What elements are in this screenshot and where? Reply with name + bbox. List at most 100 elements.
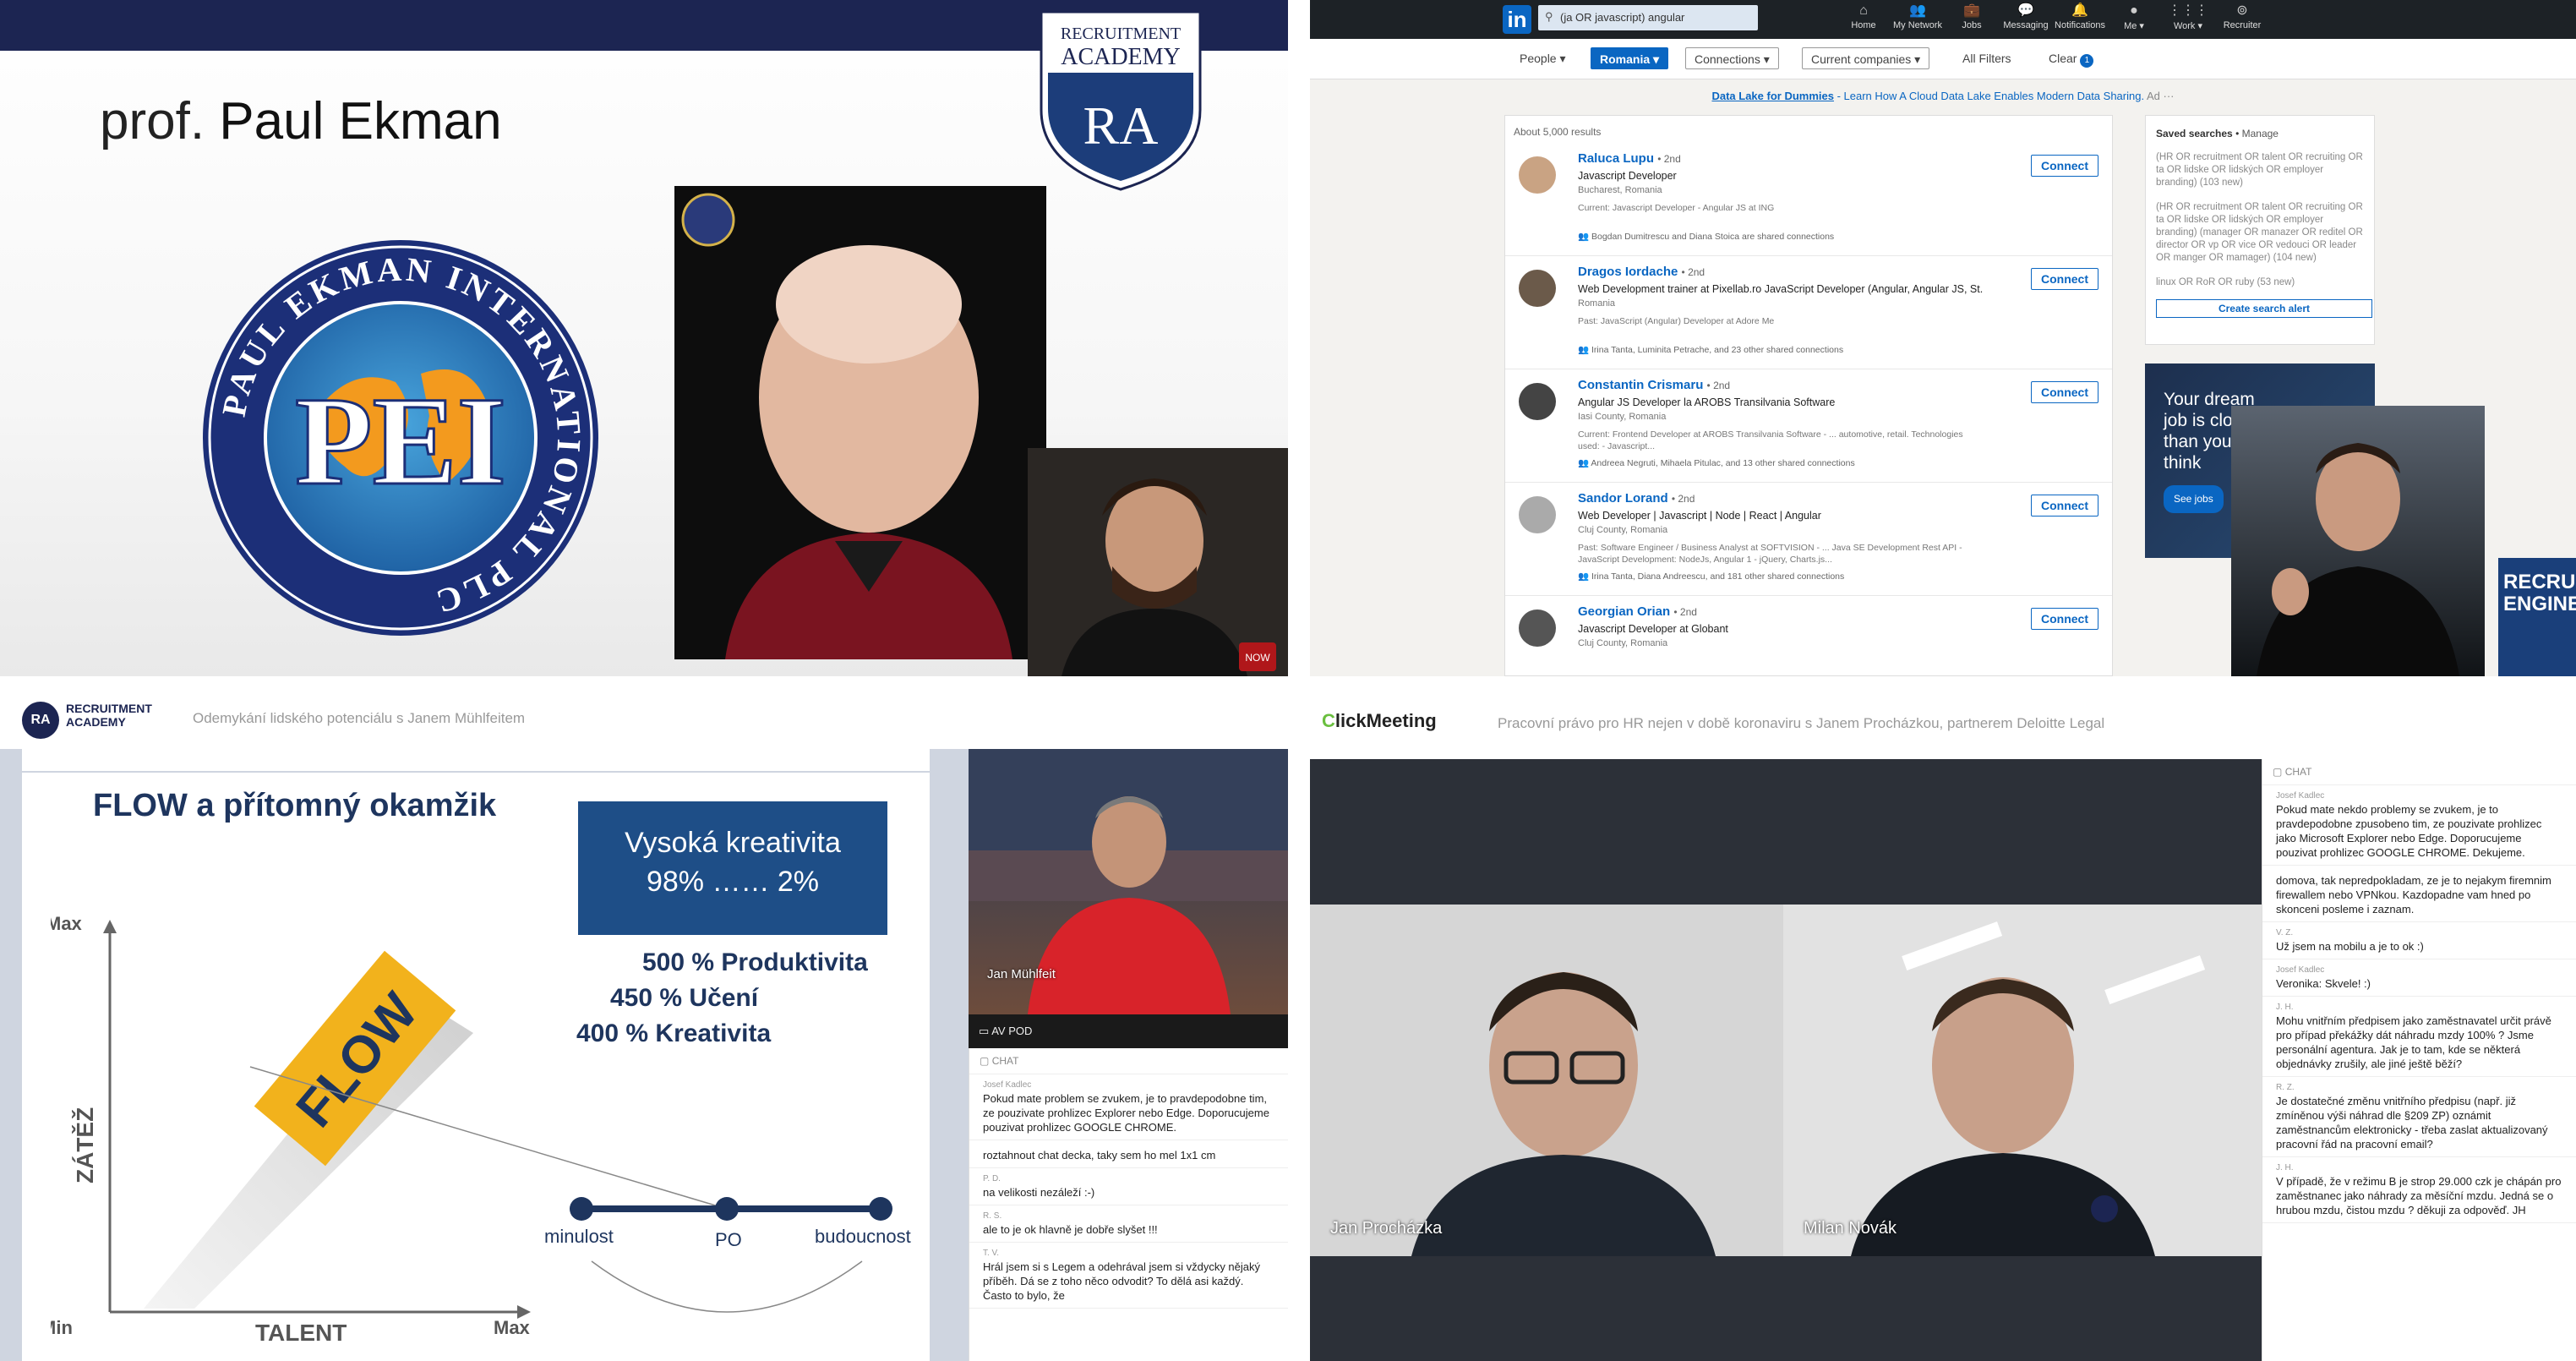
shared-connections[interactable]: 👥 Irina Tanta, Luminita Petrache, and 23… xyxy=(1578,344,1843,355)
chat-text: ale to je ok hlavně je dobře slyšet !!! xyxy=(983,1223,1158,1236)
result-location: Romania xyxy=(1578,298,1616,309)
portrait-photo xyxy=(674,186,1046,659)
result-headline: Javascript Developer xyxy=(1578,170,1677,182)
chat-header: ▢ CHAT xyxy=(969,1048,1288,1074)
filter-all[interactable]: All Filters xyxy=(1954,47,2020,69)
nav-notifications[interactable]: 🔔 Notifications xyxy=(2050,2,2109,37)
chat-user: T. V. xyxy=(983,1249,1000,1258)
linkedin-logo[interactable]: in xyxy=(1503,5,1531,34)
chat-user: R. S. xyxy=(983,1211,1002,1221)
result-position: Past: Software Engineer / Business Analy… xyxy=(1578,543,1962,565)
connect-button[interactable]: Connect xyxy=(2031,495,2098,517)
connect-button[interactable]: Connect xyxy=(2031,155,2098,177)
nav-network[interactable]: 👥 My Network xyxy=(1888,2,1947,37)
shared-connections[interactable]: 👥 Andreea Negruti, Mihaela Pitulac, and … xyxy=(1578,457,1855,468)
nav-work[interactable]: ⋮⋮⋮ Work ▾ xyxy=(2158,2,2218,37)
recruiter-icon: ⊚ xyxy=(2236,3,2248,18)
chat-user: V. Z. xyxy=(2276,928,2294,937)
pei-logo: PAUL EKMAN INTERNATIONAL PLC PEI xyxy=(203,240,598,636)
nav-label: Work ▾ xyxy=(2173,21,2203,31)
result-name[interactable]: Sandor Lorand • 2nd xyxy=(1578,491,1695,506)
timeline-future: budoucnost xyxy=(815,1226,911,1247)
chat-header: ▢ CHAT xyxy=(2262,759,2576,785)
chat-message: R. S. ale to je ok hlavně je dobře slyšet… xyxy=(969,1205,1288,1243)
y-axis-max: Max xyxy=(51,913,83,934)
jobs-icon: 💼 xyxy=(1963,3,1980,18)
avatar[interactable] xyxy=(1519,496,1556,533)
nav-recruiter[interactable]: ⊚ Recruiter xyxy=(2213,2,2272,37)
participant-name-1: Jan Procházka xyxy=(1330,1219,1443,1238)
result-position: Current: Javascript Developer - Angular … xyxy=(1578,203,1775,213)
chat-message: J. H. V případě, že v režimu B je strop 2… xyxy=(2262,1157,2576,1223)
result-name[interactable]: Dragos Iordache • 2nd xyxy=(1578,265,1705,279)
create-search-alert-button[interactable]: Create search alert xyxy=(2156,299,2372,318)
saved-search-item[interactable]: linux OR RoR OR ruby (53 new) xyxy=(2156,276,2364,289)
avatar[interactable] xyxy=(1519,609,1556,647)
result-location: Cluj County, Romania xyxy=(1578,525,1668,535)
avatar[interactable] xyxy=(1519,270,1556,307)
see-jobs-button[interactable]: See jobs xyxy=(2164,485,2224,513)
nav-home[interactable]: ⌂ Home xyxy=(1834,2,1893,37)
connect-button[interactable]: Connect xyxy=(2031,381,2098,403)
speaker-webcam: Jan Mühlfeit xyxy=(969,749,1288,1014)
chat-message: R. Z. Je dostatečné změnu vnitřního předp… xyxy=(2262,1077,2576,1157)
chat-user: J. H. xyxy=(2276,1163,2294,1172)
result-name[interactable]: Raluca Lupu • 2nd xyxy=(1578,151,1681,166)
filter-people[interactable]: People ▾ xyxy=(1511,47,1575,69)
saved-searches-manage-link[interactable]: Manage xyxy=(2242,128,2279,139)
home-icon: ⌂ xyxy=(1859,3,1868,18)
chat-message: T. V. Hrál jsem si s Legem a odehrával js… xyxy=(969,1243,1288,1309)
nav-label: My Network xyxy=(1892,20,1943,30)
shared-connections[interactable]: 👥 Bogdan Dumitrescu and Diana Stoica are… xyxy=(1578,231,1834,242)
shield-text-academy: ACADEMY xyxy=(1061,44,1181,70)
avatar[interactable] xyxy=(1519,156,1556,194)
search-result-row[interactable]: Raluca Lupu • 2nd Javascript Developer Buc… xyxy=(1505,143,2112,256)
x-axis-label: TALENT xyxy=(255,1320,347,1346)
search-result-row[interactable]: Constantin Crismaru • 2nd Angular JS Deve… xyxy=(1505,369,2112,483)
av-pod-bar[interactable]: ▭ AV POD xyxy=(969,1014,1288,1048)
result-name[interactable]: Constantin Crismaru • 2nd xyxy=(1578,378,1730,392)
presenter-webcam xyxy=(2231,406,2485,676)
timeline-past: minulost xyxy=(544,1226,614,1247)
result-location: Bucharest, Romania xyxy=(1578,185,1662,195)
chat-user: Josef Kadlec xyxy=(2276,791,2325,801)
filter-connections[interactable]: Connections ▾ xyxy=(1685,47,1779,69)
chat-user: Josef Kadlec xyxy=(2276,965,2325,975)
filter-clear[interactable]: Clear 1 xyxy=(2040,47,2103,69)
chat-text: Už jsem na mobilu a je to ok :) xyxy=(2276,940,2424,953)
search-result-row[interactable]: Georgian Orian • 2nd Javascript Developer… xyxy=(1505,596,2112,676)
slide-side-band xyxy=(930,749,969,1361)
search-result-row[interactable]: Dragos Iordache • 2nd Web Development tra… xyxy=(1505,256,2112,369)
connect-button[interactable]: Connect xyxy=(2031,268,2098,290)
chat-user: P. D. xyxy=(983,1174,1001,1183)
session-title: Odemykání lidského potenciálu s Janem Mü… xyxy=(193,710,526,726)
avatar[interactable] xyxy=(1519,383,1556,420)
nav-label: Recruiter xyxy=(2223,20,2262,30)
nav-messaging[interactable]: 💬 Messaging xyxy=(1996,2,2055,37)
result-position: Current: Frontend Developer at AROBS Tra… xyxy=(1578,429,1963,451)
shared-connections[interactable]: 👥 Irina Tanta, Diana Andreescu, and 181 … xyxy=(1578,571,1844,582)
chat-message: V. Z. Už jsem na mobilu a je to ok :) xyxy=(2262,922,2576,959)
search-result-row[interactable]: Sandor Lorand • 2nd Web Developer | Javas… xyxy=(1505,483,2112,596)
slide-heading: FLOW a přítomný okamžik xyxy=(93,788,497,823)
search-input[interactable]: ⚲ (ja OR javascript) angular xyxy=(1538,5,1758,30)
saved-search-item[interactable]: (HR OR recruitment OR talent OR recruiti… xyxy=(2156,201,2364,265)
people-icon: 👥 xyxy=(1578,571,1590,582)
clear-count-badge: 1 xyxy=(2080,54,2094,68)
recruitment-academy-shield-logo: RECRUITMENT ACADEMY RA xyxy=(1040,10,1202,191)
saved-search-item[interactable]: (HR OR recruitment OR talent OR recruiti… xyxy=(2156,151,2364,189)
nav-jobs[interactable]: 💼 Jobs xyxy=(1942,2,2001,37)
connect-button[interactable]: Connect xyxy=(2031,608,2098,630)
nav-label: Home xyxy=(1851,20,1876,30)
chat-text: Pokud mate problem se zvukem, je to prav… xyxy=(983,1092,1269,1134)
pei-initials: PEI xyxy=(295,371,506,511)
nav-me[interactable]: ● Me ▾ xyxy=(2104,2,2164,37)
shield-monogram: RA xyxy=(1083,96,1159,156)
nav-label: Notifications xyxy=(2055,20,2105,30)
filter-romania[interactable]: Romania ▾ xyxy=(1591,47,1669,69)
chat-text: Mohu vnitřním předpisem jako zaměstnavat… xyxy=(2276,1014,2551,1070)
result-name[interactable]: Georgian Orian • 2nd xyxy=(1578,604,1697,619)
filter-current-companies[interactable]: Current companies ▾ xyxy=(1802,47,1930,69)
sponsored-ad[interactable]: Data Lake for Dummies - Learn How A Clou… xyxy=(1310,90,2576,102)
chat-message: J. H. Mohu vnitřním předpisem jako zaměst… xyxy=(2262,997,2576,1077)
